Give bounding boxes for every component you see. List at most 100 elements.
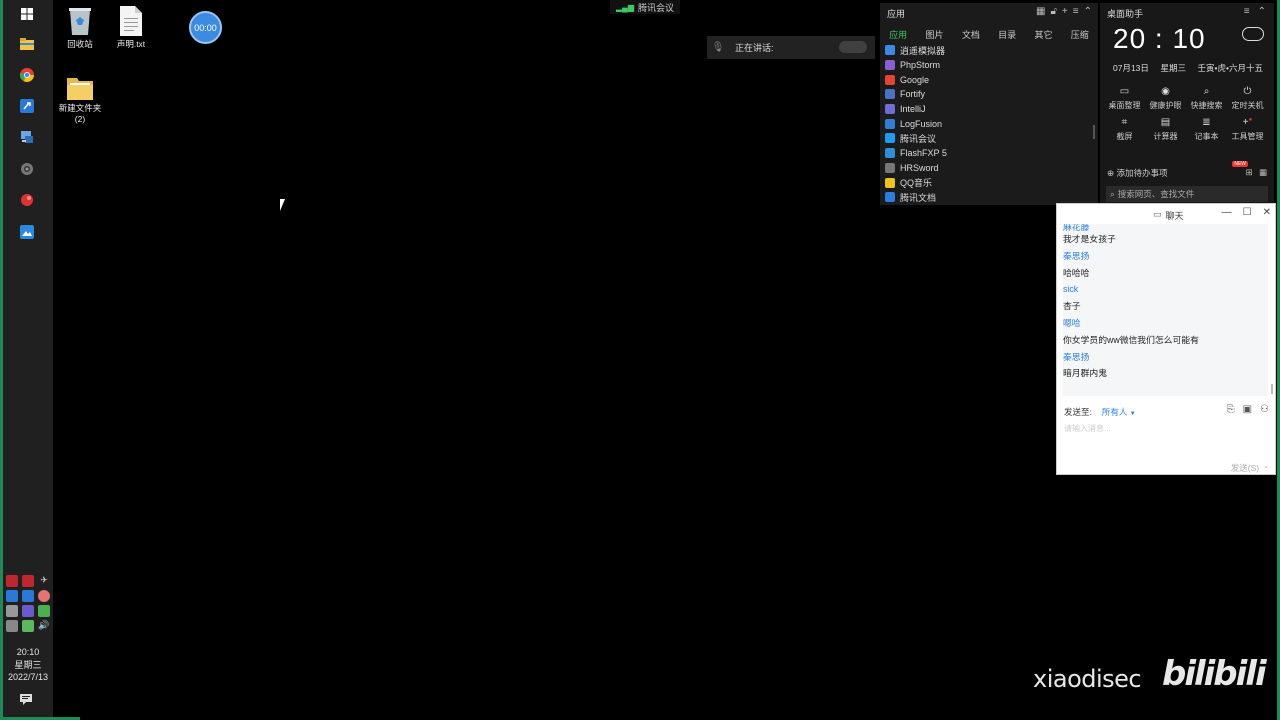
send-button[interactable]: 发送(S) ⌄ — [1231, 462, 1269, 474]
text-file-icon — [120, 6, 142, 36]
speaker-avatars — [839, 41, 867, 53]
app-item[interactable]: HRSword — [885, 161, 1085, 176]
windows-start-icon[interactable] — [19, 6, 35, 22]
tray-app-icon[interactable] — [6, 575, 18, 587]
gear-app-icon[interactable] — [19, 161, 35, 177]
minimize-icon[interactable]: — — [1222, 207, 1232, 218]
apps-scrollbar[interactable] — [1093, 125, 1095, 139]
lock-icon[interactable]: 🔓︎ — [1050, 6, 1056, 17]
app-icon — [885, 118, 895, 129]
tab-images[interactable]: 图片 — [925, 28, 943, 41]
file-explorer-icon[interactable] — [19, 36, 35, 52]
desktop-icon-recycle-bin[interactable]: 回收站 — [55, 6, 105, 50]
chat-message-text: 你女学员的ww微信我们怎么可能有 — [1063, 334, 1199, 345]
app-item[interactable]: Google — [885, 72, 1085, 87]
menu-icon[interactable]: ≡ — [1244, 6, 1250, 17]
tool-label: 计算器 — [1153, 132, 1178, 141]
add-icon[interactable]: + — [1062, 6, 1068, 17]
tray-app-icon[interactable] — [22, 575, 34, 587]
tray-network-icon[interactable] — [22, 620, 34, 632]
taskbar: ✈ 🔊 20:10 星期三 2022/7/13 — [3, 0, 53, 717]
weather-cloud-icon[interactable] — [1242, 27, 1264, 41]
app-item[interactable]: IntelliJ — [885, 102, 1085, 117]
file-icon[interactable]: ⎘ — [1227, 404, 1235, 415]
chat-sender-name: 秦思扬 — [1063, 351, 1090, 362]
maximize-icon[interactable]: ☐ — [1243, 207, 1252, 218]
app-item[interactable]: FlashFXP 5 — [885, 146, 1085, 161]
app-icon — [885, 148, 895, 159]
network-computer-icon[interactable] — [19, 129, 35, 145]
chevron-down-icon[interactable]: ⌄ — [1263, 462, 1269, 474]
add-note-icon[interactable]: ⊞ — [1245, 167, 1252, 177]
tray-plane-icon[interactable]: ✈ — [38, 575, 50, 587]
menu-icon[interactable]: ≡ — [1073, 6, 1079, 17]
app-item[interactable]: Fortify — [885, 87, 1085, 102]
tray-app-icon[interactable] — [22, 605, 34, 617]
volume-icon[interactable]: 🔊 — [38, 620, 50, 632]
chat-message-text: 杏子 — [1063, 301, 1081, 312]
tool-screenshot[interactable]: ⌗ 截屏 — [1106, 117, 1143, 142]
grid-view-icon[interactable]: ▦ — [1036, 6, 1045, 17]
qr-code-icon[interactable]: ▦ — [1259, 167, 1267, 177]
tool-quick-search[interactable]: ⌕ 快捷搜索 — [1188, 86, 1225, 111]
red-app-icon[interactable] — [19, 192, 35, 208]
desktop-icon-new-folder[interactable]: 新建文件夹 (2) — [55, 76, 105, 125]
chat-scrollbar[interactable] — [1271, 384, 1273, 394]
tray-app-icon[interactable] — [38, 590, 50, 602]
save-icon[interactable]: ▣ — [1243, 404, 1252, 415]
app-item[interactable]: LogFusion — [885, 116, 1085, 131]
tab-docs[interactable]: 文档 — [962, 28, 980, 41]
app-label: HRSword — [900, 162, 939, 173]
send-to-select[interactable]: 所有人 ▼ — [1102, 406, 1136, 418]
add-circle-icon: ⊕ — [1107, 168, 1115, 178]
chat-input[interactable]: 请输入消息... — [1064, 423, 1111, 434]
tool-notepad[interactable]: ≣ 记事本 — [1188, 117, 1225, 142]
tool-eye-care[interactable]: ◉ 健康护眼 — [1147, 86, 1184, 111]
close-icon[interactable]: ✕ — [1263, 207, 1271, 218]
image-viewer-icon[interactable] — [19, 224, 35, 240]
app-item[interactable]: 腾讯会议 — [885, 131, 1085, 146]
taskbar-clock[interactable]: 20:10 星期三 2022/7/13 — [3, 646, 53, 684]
app-item[interactable]: 腾讯文档 — [885, 190, 1085, 205]
app-item[interactable]: PhpStorm — [885, 58, 1085, 73]
collapse-icon[interactable]: ⌃ — [1084, 6, 1092, 17]
tab-archives[interactable]: 压缩 — [1071, 28, 1089, 41]
tray-app-icon[interactable] — [6, 590, 18, 602]
tab-other[interactable]: 其它 — [1034, 28, 1052, 41]
app-item[interactable]: 逍遥模拟器 — [885, 43, 1085, 58]
collapse-icon[interactable]: ⌃ — [1258, 6, 1266, 17]
pin-app-icon[interactable] — [19, 98, 35, 114]
monitor-icon: ▭ — [1119, 86, 1130, 97]
recycle-bin-icon — [67, 6, 93, 36]
tray-display-icon[interactable] — [6, 620, 18, 632]
tray-app-icon[interactable] — [22, 590, 34, 602]
app-item[interactable]: QQ音乐 — [885, 175, 1085, 190]
todo-row[interactable]: ⊕ 添加待办事项 ⊞ ▦ — [1107, 167, 1267, 179]
tool-manage[interactable]: +● 工具管理 — [1229, 117, 1266, 142]
tool-label: 桌面整理 — [1108, 101, 1141, 110]
assistant-search-input[interactable]: ⌕ 搜索网页、查找文件 — [1106, 186, 1268, 202]
watermark-text: xiaodisec — [1033, 665, 1142, 693]
chrome-icon[interactable] — [19, 67, 35, 83]
tab-dirs[interactable]: 目录 — [998, 28, 1016, 41]
app-icon — [885, 177, 895, 188]
meeting-timer[interactable]: 00:00 — [189, 11, 222, 44]
meeting-indicator[interactable]: ▂▄▆ 腾讯会议 — [610, 0, 680, 14]
tool-label: 记事本 — [1194, 132, 1219, 141]
tab-apps[interactable]: 应用 — [889, 28, 907, 41]
chat-window: ▭ 聊天 — ☐ ✕ 麻花藤 我才是女孩子 秦思扬 哈哈哈 sick 杏子 嗯哈 你女学员的… — [1056, 203, 1276, 475]
folder-icon — [67, 76, 93, 100]
tool-calculator[interactable]: ▤ 计算器 — [1147, 117, 1184, 142]
tray-app-icon[interactable] — [6, 605, 18, 617]
todo-add[interactable]: ⊕ 添加待办事项 — [1107, 167, 1168, 179]
app-label: IntelliJ — [900, 104, 926, 115]
tool-timed-shutdown[interactable]: ⏻ 定时关机 — [1229, 86, 1266, 111]
todo-tools: ⊞ ▦ — [1245, 167, 1267, 179]
desktop-icon-text-file[interactable]: 声明.txt — [106, 6, 156, 50]
person-icon[interactable]: ⚇ — [1260, 404, 1269, 415]
window-controls: — ☐ ✕ — [1222, 207, 1271, 218]
tool-desktop-organize[interactable]: ▭ 桌面整理 — [1106, 86, 1143, 111]
tray-app-icon[interactable] — [38, 605, 50, 617]
search-icon: ⌕ — [1203, 86, 1210, 97]
notification-icon[interactable] — [20, 694, 34, 706]
